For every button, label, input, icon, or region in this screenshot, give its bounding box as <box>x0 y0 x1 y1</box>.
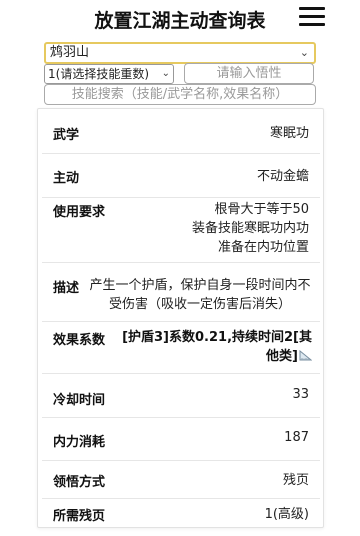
description-label: 描述 <box>53 281 80 296</box>
effect-text: [护盾3]系数0.21,持续时间2[其他类] <box>122 330 312 364</box>
requirement-line: 准备在内功位置 <box>217 240 309 255</box>
canye-label: 所需残页 <box>53 509 106 524</box>
canye-value: 1(高级) <box>264 507 309 522</box>
detail-row-wuxue: 武学 寒眠功 <box>42 113 320 154</box>
level-select-value: 1(请选择技能重数) <box>48 67 149 81</box>
skill-select-value: 鸩羽山 <box>50 45 90 60</box>
wuxing-input[interactable]: 请输入悟性 <box>184 63 314 84</box>
ruler-icon <box>299 350 312 361</box>
hamburger-menu-icon[interactable] <box>299 7 325 27</box>
requirements-label: 使用要求 <box>53 205 106 220</box>
cooldown-label: 冷却时间 <box>53 393 106 408</box>
neili-value: 187 <box>284 430 309 445</box>
skill-search-input[interactable]: 技能搜索（技能/武学名称,效果名称） <box>44 84 316 105</box>
zhudong-label: 主动 <box>53 171 80 186</box>
effect-value: [护盾3]系数0.21,持续时间2[其他类] <box>122 328 312 366</box>
requirement-line: 装备技能寒眠功内功 <box>191 221 309 236</box>
effect-label: 效果系数 <box>53 333 106 348</box>
description-value: 产生一个护盾，保护自身一段时间内不受伤害（吸收一定伤害后消失） <box>89 278 311 312</box>
detail-row-effect: 效果系数 [护盾3]系数0.21,持续时间2[其他类] <box>42 322 320 374</box>
zhudong-value: 不动金蟾 <box>256 169 309 184</box>
requirements-value: 根骨大于等于50 装备技能寒眠功内功 准备在内功位置 <box>192 200 309 257</box>
requirement-line: 根骨大于等于50 <box>214 202 309 217</box>
header: 放置江湖主动查询表 <box>0 0 360 40</box>
detail-row-requirements: 使用要求 根骨大于等于50 装备技能寒眠功内功 准备在内功位置 <box>42 198 320 263</box>
detail-row-lingwu: 领悟方式 残页 <box>42 461 320 499</box>
lingwu-value: 残页 <box>282 473 309 488</box>
detail-row-cooldown: 冷却时间 33 <box>42 374 320 418</box>
neili-label: 内力消耗 <box>53 435 106 450</box>
wuxue-label: 武学 <box>53 128 80 143</box>
detail-row-neili: 内力消耗 187 <box>42 418 320 461</box>
skill-detail-card: 武学 寒眠功 主动 不动金蟾 使用要求 根骨大于等于50 装备技能寒眠功内功 准… <box>37 108 324 528</box>
chevron-down-icon: ⌄ <box>160 65 170 83</box>
cooldown-value: 33 <box>292 387 309 402</box>
detail-row-description: 描述 产生一个护盾，保护自身一段时间内不受伤害（吸收一定伤害后消失） <box>42 263 320 322</box>
skill-select[interactable]: 鸩羽山 ⌄ <box>44 42 316 64</box>
chevron-down-icon: ⌄ <box>299 46 309 59</box>
detail-row-zhudong: 主动 不动金蟾 <box>42 154 320 198</box>
level-select[interactable]: 1(请选择技能重数) ⌄ <box>44 64 174 84</box>
lingwu-label: 领悟方式 <box>53 475 106 490</box>
wuxue-value: 寒眠功 <box>269 126 309 141</box>
detail-row-canye: 所需残页 1(高级) <box>42 499 320 529</box>
